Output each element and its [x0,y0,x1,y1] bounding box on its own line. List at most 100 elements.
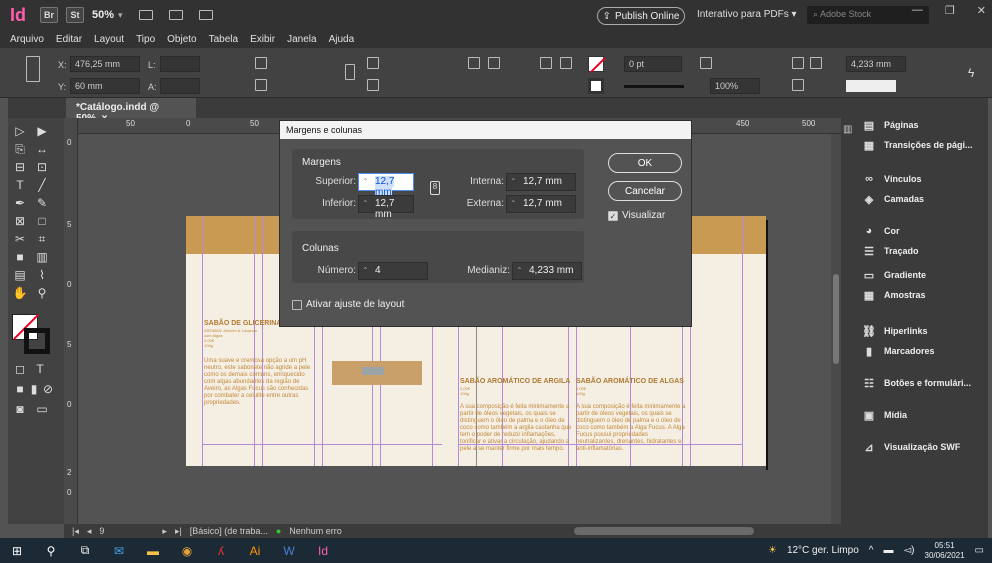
text-wrap-icon[interactable] [792,57,804,69]
word-icon[interactable]: W [272,538,306,563]
product-box-image[interactable] [332,361,422,385]
fitting-icon[interactable] [792,79,804,91]
tray-chevron-icon[interactable]: ^ [869,545,874,556]
windows-start-icon[interactable]: ⊞ [0,538,34,563]
direct-selection-tool-icon[interactable]: ▶ [34,124,50,138]
clock[interactable]: 05:51 30/06/2021 [925,541,965,561]
restore-icon[interactable]: ❐ [945,4,955,17]
panel-gradiente[interactable]: ▭ Gradiente [862,266,926,284]
scale-height-icon[interactable] [255,79,267,91]
vertical-scrollbar[interactable] [831,134,841,524]
interna-input[interactable]: ⌃ 12,7 mm [506,173,576,191]
rotate-ccw-icon[interactable] [468,57,480,69]
network-icon[interactable]: ▬ [883,545,893,556]
document-tab[interactable]: *Catálogo.indd @ 50% × [66,98,196,124]
x-field[interactable]: 476,25 mm [70,56,140,72]
gutter-field[interactable]: 4,233 mm [846,56,906,72]
eyedropper-tool-icon[interactable]: ⌇ [34,268,50,282]
illustrator-icon[interactable]: Ai [238,538,272,563]
panel-transicoes[interactable]: ▦ Transições de pági... [862,136,973,154]
panel-camadas[interactable]: ◈ Camadas [862,190,924,208]
preview-view-icon[interactable]: ▭ [34,402,50,416]
weather-text[interactable]: 12°C ger. Limpo [787,545,859,556]
zoom-tool-icon[interactable]: ⚲ [34,286,50,300]
stroke-swatch[interactable] [588,78,604,94]
stepper-icon[interactable]: ⌃ [510,177,517,186]
content-placer-icon[interactable]: ⊡ [34,160,50,174]
hand-tool-icon[interactable]: ✋ [12,286,28,300]
vertical-ruler[interactable]: 0 5 0 5 0 2 0 [64,118,78,524]
y-field[interactable]: 60 mm [70,78,140,94]
preview-checkbox[interactable]: ✓ [608,211,618,221]
panel-midia[interactable]: ▣ Mídia [862,406,907,424]
library-icon[interactable]: ▥ [843,124,852,135]
text-wrap-box-icon[interactable] [810,57,822,69]
last-page-icon[interactable]: ▸| [175,526,182,537]
zoom-chevron-icon[interactable]: ▾ [118,10,123,21]
menu-tipo[interactable]: Tipo [136,34,155,45]
publish-online-button[interactable]: ⇪ Publish Online [597,7,685,25]
ok-button[interactable]: OK [608,153,682,173]
bridge-button[interactable]: Br [40,7,58,23]
indesign-taskbar-icon[interactable]: Id [306,538,340,563]
minimize-icon[interactable]: — [912,4,923,17]
inferior-input[interactable]: ⌃ 12,7 mm [358,195,414,220]
scissors-tool-icon[interactable]: ✂ [12,232,28,246]
selection-tool-icon[interactable]: ▷ [12,124,28,138]
pencil-tool-icon[interactable]: ✎ [34,196,50,210]
menu-tabela[interactable]: Tabela [209,34,238,45]
panel-amostras[interactable]: ▦ Amostras [862,286,926,304]
medianiz-input[interactable]: ⌃ 4,233 mm [512,262,582,280]
scale-width-icon[interactable] [255,57,267,69]
content-collector-icon[interactable]: ⊟ [12,160,28,174]
panel-swf[interactable]: ⊿ Visualização SWF [862,438,960,456]
acrobat-icon[interactable]: ʎ [204,538,238,563]
height-field[interactable] [160,78,200,94]
width-field[interactable] [160,56,200,72]
stepper-icon[interactable]: ⌃ [362,177,369,186]
gap-tool-icon[interactable]: ↔ [34,142,50,156]
line-tool-icon[interactable]: ╱ [34,178,50,192]
horizontal-scrollbar[interactable] [574,527,754,535]
rotate-icon[interactable] [367,57,379,69]
gradient-swatch-tool-icon[interactable]: ■ [12,250,28,264]
rectangle-tool-icon[interactable]: □ [34,214,50,228]
lightning-icon[interactable]: ϟ [968,66,974,80]
volume-icon[interactable]: ◅) [903,545,914,556]
page-tool-icon[interactable]: ⎘ [12,142,28,156]
preflight-errors[interactable]: Nenhum erro [289,526,342,536]
stepper-icon[interactable]: ⌃ [362,266,369,275]
stroke-weight-field[interactable]: 0 pt [624,56,682,72]
panel-hiperlinks[interactable]: ⛓ Hiperlinks [862,322,928,340]
formatting-container-icon[interactable]: ◻ [12,362,28,376]
workspace-switcher[interactable]: Interativo para PDFs ▾ [697,9,797,20]
constrain-proportions-icon[interactable] [345,64,355,80]
next-page-icon[interactable]: ▸ [162,526,167,537]
reference-point-icon[interactable] [26,56,40,82]
menu-arquivo[interactable]: Arquivo [10,34,44,45]
panel-paginas[interactable]: ▤ Páginas [862,116,919,134]
numero-input[interactable]: ⌃ 4 [358,262,428,280]
close-window-icon[interactable]: ✕ [977,4,986,17]
link-margins-icon[interactable]: 8 [430,181,440,195]
menu-objeto[interactable]: Objeto [167,34,196,45]
externa-input[interactable]: ⌃ 12,7 mm [506,195,576,213]
formatting-text-icon[interactable]: T [32,362,48,376]
rotate-cw-icon[interactable] [488,57,500,69]
shear-icon[interactable] [367,79,379,91]
view-options-icon[interactable] [138,10,153,20]
search-icon[interactable]: ⚲ [34,538,68,563]
scroll-thumb[interactable] [833,274,839,364]
page-number[interactable]: 9 [99,526,104,536]
fx-icon[interactable] [700,57,712,69]
task-view-icon[interactable]: ⧉ [68,538,102,563]
menu-ajuda[interactable]: Ajuda [329,34,355,45]
prev-page-icon[interactable]: ◂ [87,526,92,537]
file-explorer-icon[interactable]: ▬ [136,538,170,563]
select-container-icon[interactable] [540,57,552,69]
menu-editar[interactable]: Editar [56,34,82,45]
menu-exibir[interactable]: Exibir [250,34,275,45]
cancel-button[interactable]: Cancelar [608,181,682,201]
select-content-icon[interactable] [560,57,572,69]
free-transform-tool-icon[interactable]: ⌗ [34,232,50,246]
